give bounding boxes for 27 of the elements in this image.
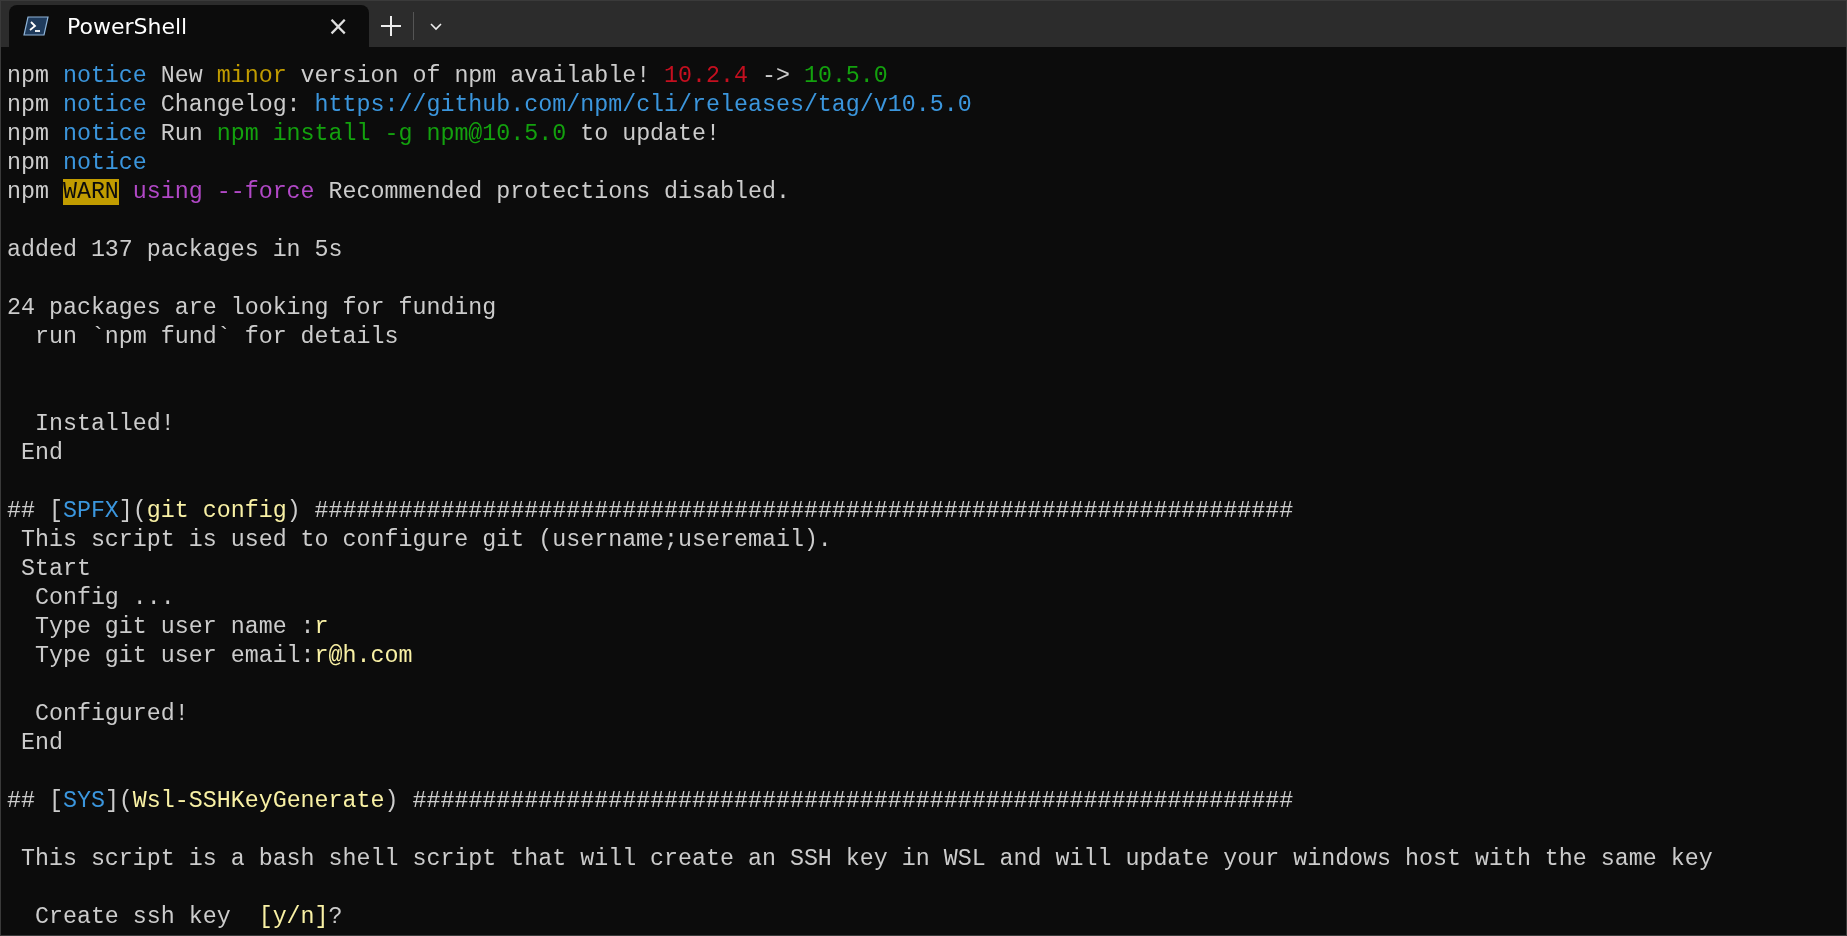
terminal-line: npm notice Run npm install -g npm@10.5.0 to update! [7, 120, 722, 149]
powershell-icon [23, 16, 49, 36]
terminal-line: Installed! [33, 410, 176, 439]
terminal-line: Config ... [33, 584, 176, 613]
close-button[interactable]: × [321, 13, 355, 39]
terminal-line: Create ssh key [y/n]? [33, 903, 344, 932]
terminal-line: npm WARN using --force Recommended protections disabled. [7, 178, 791, 207]
terminal-line: 24 packages are looking for funding [7, 294, 498, 323]
terminal-line: npm notice Changelog: https://github.com/npm/cli/releases/tag/v10.5.0 [7, 91, 973, 120]
terminal-line: This script is a bash shell script that will create an SSH key in WSL and will update your windows host with the same key [19, 845, 1714, 874]
terminal-line: run `npm fund` for details [33, 323, 400, 352]
terminal-line: npm notice [7, 149, 148, 178]
terminal-line: added 137 packages in 5s [7, 236, 344, 265]
terminal-line: Configured! [33, 700, 190, 729]
terminal-line: End [19, 439, 64, 468]
terminal-line: ## [SYS](Wsl-SSHKeyGenerate) ############################################################### [7, 787, 1295, 816]
chevron-down-icon [429, 21, 443, 31]
terminal-line: Start [19, 555, 92, 584]
tab-title: PowerShell [67, 13, 189, 39]
terminal-line: Type git user name :r [33, 613, 330, 642]
terminal-line: This script is used to configure git (username;useremail). [19, 526, 833, 555]
plus-icon [380, 15, 402, 37]
terminal-line: End [19, 729, 64, 758]
terminal-tab[interactable]: PowerShell × [9, 5, 369, 47]
terminal-line: ## [SPFX](git config) ###################################################################### [7, 497, 1295, 526]
terminal-line: npm notice New minor version of npm available! 10.2.4 -> 10.5.0 [7, 62, 889, 91]
terminal-line: Type git user email:r@h.com [33, 642, 414, 671]
